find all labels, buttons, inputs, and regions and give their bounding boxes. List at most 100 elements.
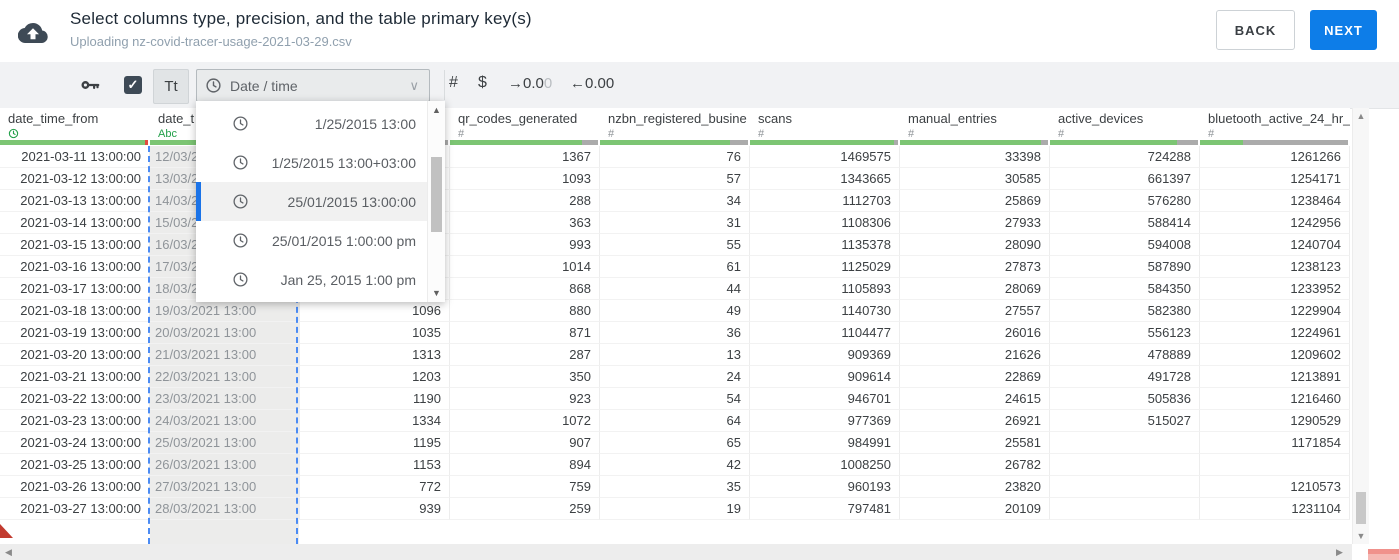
table-cell[interactable]: 868 xyxy=(450,278,600,300)
table-cell[interactable]: 2021-03-25 13:00:00 xyxy=(0,454,150,476)
table-cell[interactable]: 1240704 xyxy=(1200,234,1350,256)
table-cell[interactable]: 19 xyxy=(600,498,750,520)
column-header[interactable]: scans # xyxy=(750,108,900,140)
table-cell[interactable]: 27933 xyxy=(900,212,1050,234)
table-cell[interactable]: 984991 xyxy=(750,432,900,454)
column-header[interactable]: date_time_from xyxy=(0,108,150,140)
table-cell[interactable]: 478889 xyxy=(1050,344,1200,366)
table-cell[interactable]: 584350 xyxy=(1050,278,1200,300)
table-cell[interactable]: 27873 xyxy=(900,256,1050,278)
table-cell[interactable]: 960193 xyxy=(750,476,900,498)
table-cell[interactable]: 587890 xyxy=(1050,256,1200,278)
table-cell[interactable]: 2021-03-13 13:00:00 xyxy=(0,190,150,212)
table-cell[interactable]: 2021-03-26 13:00:00 xyxy=(0,476,150,498)
table-cell[interactable]: 42 xyxy=(600,454,750,476)
text-type-button[interactable]: Tt xyxy=(153,69,189,104)
table-cell[interactable]: 25581 xyxy=(900,432,1050,454)
table-cell[interactable]: 57 xyxy=(600,168,750,190)
decrease-decimal-button[interactable]: ←0.00 xyxy=(570,75,614,92)
table-cell[interactable]: 76 xyxy=(600,146,750,168)
table-cell[interactable]: 1093 xyxy=(450,168,600,190)
table-cell[interactable]: 25/03/2021 13:00 xyxy=(150,432,300,454)
table-cell[interactable]: 661397 xyxy=(1050,168,1200,190)
table-cell[interactable]: 1213891 xyxy=(1200,366,1350,388)
dropdown-item[interactable]: 25/01/2015 13:00:00 xyxy=(196,182,428,221)
table-cell[interactable]: 2021-03-27 13:00:00 xyxy=(0,498,150,520)
table-cell[interactable]: 22/03/2021 13:00 xyxy=(150,366,300,388)
table-cell[interactable]: 871 xyxy=(450,322,600,344)
scroll-up-icon[interactable]: ▲ xyxy=(1353,111,1369,121)
table-cell[interactable]: 1125029 xyxy=(750,256,900,278)
table-cell[interactable]: 2021-03-19 13:00:00 xyxy=(0,322,150,344)
table-cell[interactable]: 2021-03-11 13:00:00 xyxy=(0,146,150,168)
table-cell[interactable]: 515027 xyxy=(1050,410,1200,432)
horizontal-scrollbar[interactable]: ◀ ▶ xyxy=(0,544,1352,560)
table-cell[interactable]: 64 xyxy=(600,410,750,432)
table-cell[interactable]: 1203 xyxy=(300,366,450,388)
dropdown-scrollbar[interactable]: ▲ ▼ xyxy=(427,101,445,302)
table-cell[interactable]: 288 xyxy=(450,190,600,212)
table-cell[interactable]: 491728 xyxy=(1050,366,1200,388)
table-cell[interactable]: 1108306 xyxy=(750,212,900,234)
dropdown-item[interactable]: 1/25/2015 13:00+03:00 xyxy=(196,143,428,182)
table-cell[interactable]: 21626 xyxy=(900,344,1050,366)
increase-decimal-button[interactable]: →0.00 xyxy=(508,75,552,92)
table-cell[interactable]: 1072 xyxy=(450,410,600,432)
table-cell[interactable]: 1104477 xyxy=(750,322,900,344)
table-cell[interactable]: 1014 xyxy=(450,256,600,278)
table-cell[interactable]: 2021-03-17 13:00:00 xyxy=(0,278,150,300)
currency-type-button[interactable]: $ xyxy=(478,74,487,92)
table-cell[interactable]: 2021-03-20 13:00:00 xyxy=(0,344,150,366)
table-cell[interactable]: 2021-03-21 13:00:00 xyxy=(0,366,150,388)
table-cell[interactable]: 33398 xyxy=(900,146,1050,168)
table-cell[interactable]: 923 xyxy=(450,388,600,410)
column-header[interactable]: bluetooth_active_24_hr_ # xyxy=(1200,108,1350,140)
table-cell[interactable]: 1254171 xyxy=(1200,168,1350,190)
column-header[interactable]: manual_entries # xyxy=(900,108,1050,140)
table-cell[interactable]: 556123 xyxy=(1050,322,1200,344)
table-cell[interactable]: 594008 xyxy=(1050,234,1200,256)
scroll-left-icon[interactable]: ◀ xyxy=(5,547,12,558)
number-type-button[interactable]: # xyxy=(449,74,458,92)
table-cell[interactable]: 1231104 xyxy=(1200,498,1350,520)
dropdown-item[interactable]: 1/25/2015 13:00 xyxy=(196,104,428,143)
dropdown-item[interactable]: Jan 25, 2015 1:00 pm xyxy=(196,260,428,299)
table-cell[interactable] xyxy=(1050,454,1200,476)
table-cell[interactable]: 1229904 xyxy=(1200,300,1350,322)
table-cell[interactable]: 25869 xyxy=(900,190,1050,212)
table-cell[interactable]: 1233952 xyxy=(1200,278,1350,300)
table-cell[interactable]: 2021-03-15 13:00:00 xyxy=(0,234,150,256)
table-cell[interactable]: 1105893 xyxy=(750,278,900,300)
table-cell[interactable]: 1343665 xyxy=(750,168,900,190)
table-cell[interactable]: 1334 xyxy=(300,410,450,432)
table-cell[interactable]: 724288 xyxy=(1050,146,1200,168)
table-cell[interactable]: 26782 xyxy=(900,454,1050,476)
table-cell[interactable]: 55 xyxy=(600,234,750,256)
table-cell[interactable]: 13 xyxy=(600,344,750,366)
table-cell[interactable]: 27557 xyxy=(900,300,1050,322)
table-cell[interactable]: 363 xyxy=(450,212,600,234)
table-cell[interactable]: 23820 xyxy=(900,476,1050,498)
table-cell[interactable]: 2021-03-12 13:00:00 xyxy=(0,168,150,190)
back-button[interactable]: BACK xyxy=(1216,10,1295,50)
table-cell[interactable]: 1035 xyxy=(300,322,450,344)
table-cell[interactable]: 1135378 xyxy=(750,234,900,256)
table-cell[interactable]: 1216460 xyxy=(1200,388,1350,410)
table-cell[interactable]: 20/03/2021 13:00 xyxy=(150,322,300,344)
table-cell[interactable]: 1261266 xyxy=(1200,146,1350,168)
table-cell[interactable]: 287 xyxy=(450,344,600,366)
table-cell[interactable]: 24615 xyxy=(900,388,1050,410)
table-cell[interactable]: 35 xyxy=(600,476,750,498)
table-cell[interactable]: 1190 xyxy=(300,388,450,410)
table-cell[interactable]: 909614 xyxy=(750,366,900,388)
table-cell[interactable]: 2021-03-18 13:00:00 xyxy=(0,300,150,322)
table-cell[interactable]: 1112703 xyxy=(750,190,900,212)
table-cell[interactable]: 24 xyxy=(600,366,750,388)
table-cell[interactable]: 1469575 xyxy=(750,146,900,168)
table-cell[interactable]: 759 xyxy=(450,476,600,498)
table-cell[interactable]: 977369 xyxy=(750,410,900,432)
select-column-checkbox[interactable]: ✓ xyxy=(124,76,142,94)
scroll-right-icon[interactable]: ▶ xyxy=(1336,547,1343,558)
vertical-scroll-thumb[interactable] xyxy=(1356,492,1366,524)
type-format-select[interactable]: Date / time ∨ xyxy=(196,69,430,102)
